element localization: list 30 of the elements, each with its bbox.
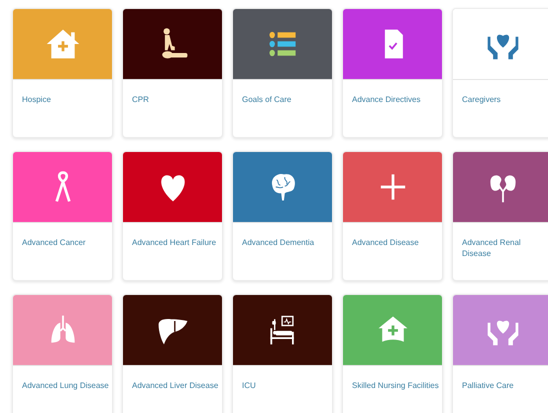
card-title: Advanced Disease — [352, 237, 420, 248]
topic-card[interactable]: Advanced Lung Disease — [12, 294, 113, 413]
card-title: Goals of Care — [242, 94, 292, 105]
topic-card[interactable]: Hospice — [12, 8, 113, 138]
topic-card[interactable]: Skilled Nursing Facilities — [342, 294, 443, 413]
card-title: Hospice — [22, 94, 52, 105]
topic-card[interactable]: Advanced Dementia — [232, 151, 333, 281]
card-title: Caregivers — [462, 94, 502, 105]
topic-card[interactable]: CPR — [122, 8, 223, 138]
card-title: Palliative Care — [462, 380, 515, 391]
card-title: Advanced Renal Disease — [462, 237, 522, 259]
topic-card[interactable]: ICU — [232, 294, 333, 413]
card-title: Advanced Cancer — [22, 237, 87, 248]
topic-card[interactable]: Advance Directives — [342, 8, 443, 138]
card-title: Skilled Nursing Facilities — [352, 380, 439, 391]
card-title: ICU — [242, 380, 257, 391]
topic-card[interactable]: Advanced Cancer — [12, 151, 113, 281]
card-title: Advanced Dementia — [242, 237, 316, 248]
card-title: Advanced Liver Disease — [132, 380, 219, 391]
topic-card[interactable]: Advanced Renal Disease — [452, 151, 548, 281]
topic-card[interactable]: Advanced Heart Failure — [122, 151, 223, 281]
card-title: Advanced Lung Disease — [22, 380, 109, 391]
topic-card[interactable]: Advanced Liver Disease — [122, 294, 223, 413]
topic-card[interactable]: Advanced Disease — [342, 151, 443, 281]
card-title: Advanced Heart Failure — [132, 237, 218, 248]
card-title: Advance Directives — [352, 94, 422, 105]
topic-card[interactable]: Goals of Care — [232, 8, 333, 138]
card-title: CPR — [132, 94, 150, 105]
topic-card[interactable]: Palliative Care — [452, 294, 548, 413]
topic-card[interactable]: Caregivers — [452, 8, 548, 138]
